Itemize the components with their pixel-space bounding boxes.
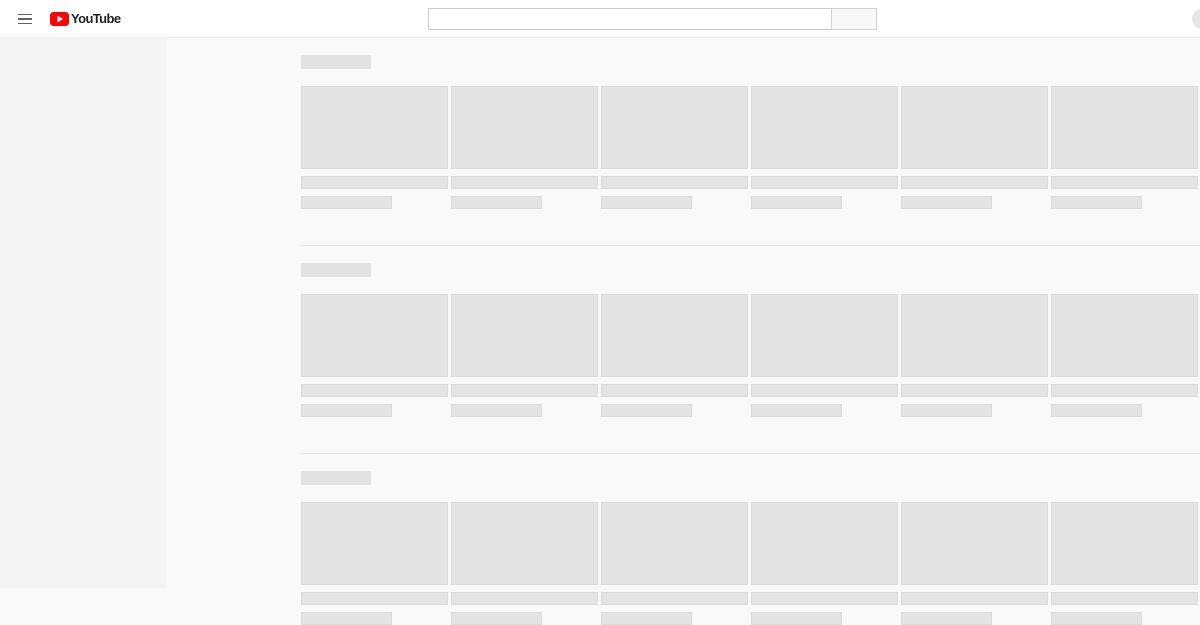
video-thumbnail-placeholder (901, 502, 1048, 585)
shelf-title-placeholder (301, 263, 371, 277)
video-meta-placeholder (901, 404, 992, 417)
video-meta-placeholder (751, 404, 842, 417)
video-meta-placeholder (901, 612, 992, 625)
shelf-divider (300, 245, 1200, 246)
video-thumbnail-placeholder (901, 294, 1048, 377)
video-thumbnail-placeholder (451, 502, 598, 585)
video-meta-placeholder (1051, 196, 1142, 209)
video-thumbnail-placeholder (1051, 86, 1198, 169)
video-thumbnail-placeholder (751, 294, 898, 377)
youtube-logo[interactable]: YouTube (50, 11, 121, 27)
video-title-placeholder (901, 592, 1048, 605)
video-title-placeholder (751, 384, 898, 397)
video-title-placeholder (601, 592, 748, 605)
video-title-placeholder (751, 592, 898, 605)
video-title-placeholder (601, 384, 748, 397)
video-meta-placeholder (451, 196, 542, 209)
video-thumbnail-placeholder (601, 86, 748, 169)
video-meta-placeholder (451, 404, 542, 417)
video-meta-placeholder (301, 612, 392, 625)
content-area (0, 38, 1200, 625)
video-thumbnail-placeholder (301, 86, 448, 169)
video-thumbnail-placeholder (1051, 294, 1198, 377)
video-title-placeholder (301, 384, 448, 397)
video-thumbnail-placeholder (451, 294, 598, 377)
video-title-placeholder (1051, 384, 1198, 397)
video-meta-placeholder (301, 404, 392, 417)
video-thumbnail-placeholder (601, 502, 748, 585)
video-meta-placeholder (451, 612, 542, 625)
video-meta-placeholder (751, 196, 842, 209)
video-title-placeholder (451, 592, 598, 605)
video-title-placeholder (751, 176, 898, 189)
shelf-divider (300, 453, 1200, 454)
video-meta-placeholder (751, 612, 842, 625)
video-title-placeholder (901, 176, 1048, 189)
video-title-placeholder (901, 384, 1048, 397)
video-title-placeholder (301, 176, 448, 189)
youtube-logo-text: YouTube (71, 11, 121, 26)
video-thumbnail-placeholder (751, 502, 898, 585)
video-title-placeholder (601, 176, 748, 189)
video-meta-placeholder (1051, 404, 1142, 417)
video-meta-placeholder (601, 612, 692, 625)
video-title-placeholder (451, 176, 598, 189)
video-title-placeholder (301, 592, 448, 605)
video-thumbnail-placeholder (601, 294, 748, 377)
search-button[interactable] (831, 8, 877, 30)
hamburger-menu-icon[interactable] (14, 8, 36, 30)
masthead: YouTube (0, 0, 1200, 38)
video-thumbnail-placeholder (751, 86, 898, 169)
video-title-placeholder (1051, 176, 1198, 189)
video-title-placeholder (1051, 592, 1198, 605)
video-thumbnail-placeholder (301, 294, 448, 377)
video-thumbnail-placeholder (901, 86, 1048, 169)
video-title-placeholder (451, 384, 598, 397)
video-meta-placeholder (301, 196, 392, 209)
video-meta-placeholder (601, 404, 692, 417)
video-meta-placeholder (1051, 612, 1142, 625)
youtube-logo-icon (50, 12, 69, 26)
video-meta-placeholder (601, 196, 692, 209)
shelf-title-placeholder (301, 471, 371, 485)
video-meta-placeholder (901, 196, 992, 209)
video-thumbnail-placeholder (1051, 502, 1198, 585)
video-thumbnail-placeholder (451, 86, 598, 169)
search-input[interactable] (428, 8, 832, 30)
shelf-title-placeholder (301, 55, 371, 69)
video-thumbnail-placeholder (301, 502, 448, 585)
avatar[interactable] (1192, 9, 1200, 29)
